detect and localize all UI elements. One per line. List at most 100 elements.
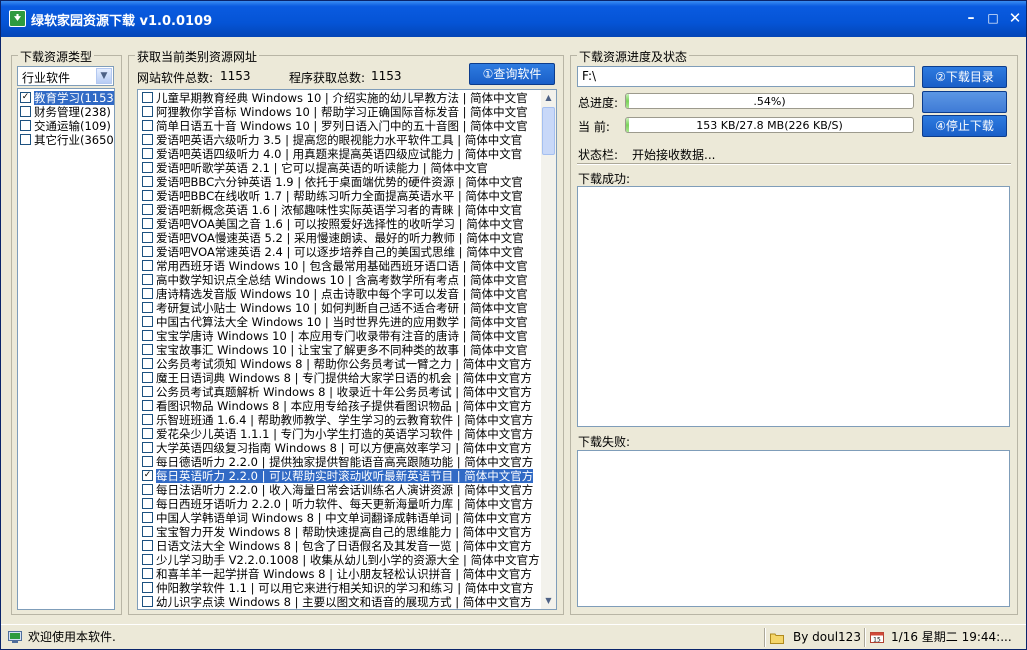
chevron-down-icon[interactable]: ▼ — [96, 68, 112, 84]
resource-checkbox[interactable] — [142, 526, 153, 537]
resource-item[interactable]: 爱语吧英语四级听力 4.0 | 用真题来提高英语四级应试能力 | 简体中文官 — [138, 147, 540, 161]
fail-log[interactable] — [577, 450, 1010, 607]
resource-item[interactable]: 每日德语听力 2.2.0 | 提供独家提供智能语音高亮跟随功能 | 简体中文官方 — [138, 455, 540, 469]
resource-item[interactable]: 考研复试小贴士 Windows 10 | 如何判断自己适不适合考研 | 简体中文… — [138, 301, 540, 315]
category-item[interactable]: 财务管理(238) — [18, 105, 114, 119]
resource-checkbox[interactable] — [142, 540, 153, 551]
resource-item[interactable]: 魔王日语词典 Windows 8 | 专门提供给大家学日语的机会 | 简体中文官… — [138, 371, 540, 385]
resource-item[interactable]: 阿狸教你学音标 Windows 10 | 帮助学习正确国际音标发音 | 简体中文… — [138, 105, 540, 119]
resource-item[interactable]: 幼儿识字点读 Windows 8 | 主要以图文和语音的展现方式 | 简体中文官… — [138, 595, 540, 609]
resource-checkbox[interactable] — [142, 92, 153, 103]
resource-item[interactable]: 儿童早期教育经典 Windows 10 | 介绍实施的幼儿早教方法 | 简体中文… — [138, 91, 540, 105]
resource-item[interactable]: 宝宝故事汇 Windows 10 | 让宝宝了解更多不同种类的故事 | 简体中文… — [138, 343, 540, 357]
resource-item[interactable]: ✓ 每日英语听力 2.2.0 | 可以帮助实时滚动收听最新英语节目 | 简体中文官… — [138, 469, 540, 483]
category-checkbox[interactable]: ✓ — [20, 92, 31, 103]
resource-checkbox[interactable] — [142, 358, 153, 369]
resource-checkbox[interactable] — [142, 288, 153, 299]
resource-item[interactable]: 高中数学知识点全总结 Windows 10 | 含高考数学所有考点 | 简体中文… — [138, 273, 540, 287]
resource-item[interactable]: 每日西班牙语听力 2.2.0 | 听力软件、每天更新海量听力库 | 简体中文官方 — [138, 497, 540, 511]
resource-item[interactable]: 公务员考试真题解析 Windows 8 | 收录近十年公务员考试 | 简体中文官… — [138, 385, 540, 399]
category-checkbox[interactable] — [20, 134, 31, 145]
resource-list[interactable]: 儿童早期教育经典 Windows 10 | 介绍实施的幼儿早教方法 | 简体中文… — [137, 89, 557, 610]
resource-item[interactable]: 看图识物品 Windows 8 | 本应用专给孩子提供看图识物品 | 简体中文官… — [138, 399, 540, 413]
resource-item[interactable]: 常用西班牙语 Windows 10 | 包含最常用基础西班牙语口语 | 简体中文… — [138, 259, 540, 273]
resource-item[interactable]: 爱语吧BBC在线收听 1.7 | 帮助练习听力全面提高英语水平 | 简体中文官 — [138, 189, 540, 203]
resource-checkbox[interactable] — [142, 302, 153, 313]
scroll-up-icon[interactable]: ▲ — [541, 90, 556, 105]
resource-checkbox[interactable] — [142, 260, 153, 271]
resource-checkbox[interactable] — [142, 568, 153, 579]
close-button[interactable]: ✕ — [1005, 10, 1025, 28]
start-download-button[interactable] — [922, 91, 1007, 113]
category-item[interactable]: 交通运输(109) — [18, 119, 114, 133]
resource-checkbox[interactable] — [142, 498, 153, 509]
resource-item[interactable]: 爱语吧VOA美国之音 1.6 | 可以按照爱好选择性的收听学习 | 简体中文官 — [138, 217, 540, 231]
resource-item[interactable]: 爱语吧VOA慢速英语 5.2 | 采用慢速朗读、最好的听力教师 | 简体中文官 — [138, 231, 540, 245]
resource-item[interactable]: 宝宝智力开发 Windows 8 | 帮助快速提高自己的思维能力 | 简体中文官… — [138, 525, 540, 539]
minimize-button[interactable]: – — [961, 10, 981, 28]
resource-checkbox[interactable] — [142, 190, 153, 201]
resource-checkbox[interactable] — [142, 176, 153, 187]
resource-checkbox[interactable] — [142, 456, 153, 467]
resource-item[interactable]: 简单日语五十音 Windows 10 | 罗列日语入门中的五十音图 | 简体中文… — [138, 119, 540, 133]
resource-item[interactable]: 唐诗精选发音版 Windows 10 | 点击诗歌中每个字可以发音 | 简体中文… — [138, 287, 540, 301]
resource-checkbox[interactable] — [142, 442, 153, 453]
resource-item[interactable]: 大学英语四级复习指南 Windows 8 | 可以方便高效率学习 | 简体中文官… — [138, 441, 540, 455]
resource-item[interactable]: 爱语吧英语六级听力 3.5 | 提高您的眼视能力水平软件工具 | 简体中文官 — [138, 133, 540, 147]
category-checkbox[interactable] — [20, 106, 31, 117]
resource-item[interactable]: 每日法语听力 2.2.0 | 收入海量日常会话训练名人演讲资源 | 简体中文官方 — [138, 483, 540, 497]
scrollbar-thumb[interactable] — [542, 107, 555, 155]
resource-checkbox[interactable] — [142, 232, 153, 243]
query-software-button[interactable]: ①查询软件 — [469, 63, 555, 85]
resource-checkbox[interactable] — [142, 120, 153, 131]
resource-checkbox[interactable] — [142, 246, 153, 257]
resource-item[interactable]: 日语文法大全 Windows 8 | 包含了日语假名及其发音一览 | 简体中文官… — [138, 539, 540, 553]
resource-item[interactable]: 宝宝学唐诗 Windows 10 | 本应用专门收录带有注音的唐诗 | 简体中文… — [138, 329, 540, 343]
resource-checkbox[interactable] — [142, 512, 153, 523]
resource-checkbox[interactable] — [142, 582, 153, 593]
stop-download-button[interactable]: ④停止下载 — [922, 115, 1007, 137]
resource-item[interactable]: 中国古代算法大全 Windows 10 | 当时世界先进的应用数学 | 简体中文… — [138, 315, 540, 329]
resource-checkbox[interactable] — [142, 554, 153, 565]
resource-item[interactable]: 爱花朵少儿英语 1.1.1 | 专门为小学生打造的英语学习软件 | 简体中文官方 — [138, 427, 540, 441]
resource-checkbox[interactable] — [142, 316, 153, 327]
resource-item[interactable]: 爱语吧听歌学英语 2.1 | 它可以提高英语的听读能力 | 简体中文官 — [138, 161, 540, 175]
success-log[interactable] — [577, 186, 1010, 427]
resource-checkbox[interactable] — [142, 428, 153, 439]
resource-checkbox[interactable] — [142, 274, 153, 285]
resource-item[interactable]: 公务员考试须知 Windows 8 | 帮助你公务员考试一臂之力 | 简体中文官… — [138, 357, 540, 371]
category-type-select[interactable]: 行业软件 ▼ — [17, 66, 114, 86]
title-bar[interactable]: 绿软家园资源下载 v1.0.0109 – □ ✕ — [1, 1, 1026, 37]
resource-checkbox[interactable] — [142, 400, 153, 411]
category-checkbox[interactable] — [20, 120, 31, 131]
resource-checkbox[interactable] — [142, 106, 153, 117]
category-list[interactable]: ✓ 教育学习(1153 财务管理(238) 交通运输(109) 其它行业(3650 — [17, 88, 115, 610]
resource-checkbox[interactable] — [142, 596, 153, 607]
category-item[interactable]: 其它行业(3650 — [18, 133, 114, 147]
resource-item[interactable]: 爱语吧VOA常速英语 2.4 | 可以逐步培养自己的美国式思维 | 简体中文官 — [138, 245, 540, 259]
resource-item[interactable]: 中国人学韩语单词 Windows 8 | 中文单词翻译成韩语单词 | 简体中文官… — [138, 511, 540, 525]
download-path-field[interactable]: F:\ — [577, 66, 915, 87]
resource-item[interactable]: 仲阳教学软件 1.1 | 可以用它来进行相关知识的学习和练习 | 简体中文官方 — [138, 581, 540, 595]
maximize-button[interactable]: □ — [983, 10, 1003, 28]
resource-checkbox[interactable] — [142, 386, 153, 397]
resource-checkbox[interactable] — [142, 484, 153, 495]
resource-checkbox[interactable] — [142, 162, 153, 173]
resource-list-scrollbar[interactable]: ▲ ▼ — [541, 90, 556, 609]
resource-item[interactable]: 爱语吧BBC六分钟英语 1.9 | 依托于桌面端优势的硬件资源 | 简体中文官 — [138, 175, 540, 189]
resource-checkbox[interactable] — [142, 148, 153, 159]
resource-checkbox[interactable] — [142, 204, 153, 215]
resource-checkbox[interactable] — [142, 330, 153, 341]
resource-checkbox[interactable] — [142, 344, 153, 355]
resource-checkbox[interactable] — [142, 218, 153, 229]
resource-item[interactable]: 和喜羊羊一起学拼音 Windows 8 | 让小朋友轻松认识拼音 | 简体中文官… — [138, 567, 540, 581]
resource-item[interactable]: 爱语吧新概念英语 1.6 | 浓郁趣味性实际英语学习者的青睐 | 简体中文官 — [138, 203, 540, 217]
resource-checkbox[interactable]: ✓ — [142, 470, 153, 481]
scroll-down-icon[interactable]: ▼ — [541, 593, 556, 608]
resource-checkbox[interactable] — [142, 372, 153, 383]
resource-item[interactable]: 乐智班班通 1.6.4 | 帮助教师教学、学生学习的云教育软件 | 简体中文官方 — [138, 413, 540, 427]
category-item[interactable]: ✓ 教育学习(1153 — [18, 91, 114, 105]
resource-checkbox[interactable] — [142, 414, 153, 425]
resource-item[interactable]: 少儿学习助手 V2.2.0.1008 | 收集从幼儿到小学的资源大全 | 简体中… — [138, 553, 540, 567]
resource-checkbox[interactable] — [142, 134, 153, 145]
